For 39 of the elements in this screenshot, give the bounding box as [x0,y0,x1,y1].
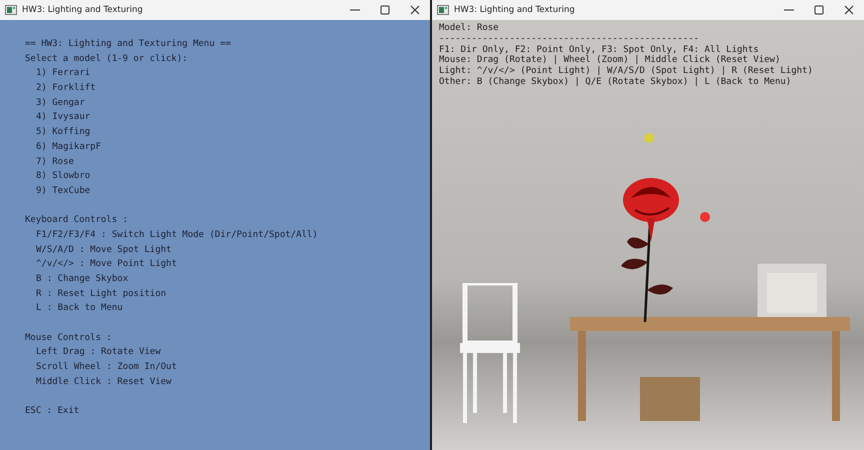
separator-line: ------------------------------------------------ [439,34,700,45]
control-hint: Left Drag : Rotate View [35,346,162,360]
menu-heading: == HW3: Lighting and Texturing Menu == [25,38,232,51]
help-line: Mouse: Drag (Rotate) | Wheel (Zoom) | Middle Click (Reset View) [439,55,782,66]
model-option[interactable]: 1) Ferrari [25,66,430,82]
app-icon [5,4,17,16]
light-dot [644,133,654,143]
control-hint: R : Reset Light position [35,288,168,301]
model-name: Model: Rose [439,23,500,34]
model-option[interactable]: 6) MagikarpF [25,140,430,154]
light-dot [700,212,710,222]
model-option[interactable]: 9) TexCube [25,184,430,199]
close-icon [410,5,420,15]
window-title: HW3: Lighting and Texturing [454,5,575,15]
window-title: HW3: Lighting and Texturing [22,5,143,15]
maximize-icon [814,5,824,15]
app-icon [437,4,449,16]
help-line: Other: B (Change Skybox) | Q/E (Rotate Skybox) | L (Back to Menu) [439,76,792,88]
control-hint: F1/F2/F3/F4 : Switch Light Mode (Dir/Point/Spot/All) [35,228,319,242]
model-option[interactable]: 7) Rose [25,154,430,170]
model-option[interactable]: 3) Gengar [25,96,430,110]
control-hint: B : Change Skybox [35,273,130,286]
section-title: Mouse Controls : [25,332,113,345]
menu-prompt: Select a model (1-9 or click): [25,52,189,66]
exit-hint: ESC : Exit [25,405,80,418]
control-hint: Middle Click : Reset View [35,376,172,389]
maximize-icon [380,5,390,15]
help-line: Light: ^/v/</> (Point Light) | W/A/S/D (Spot Light) | R (Reset Light) [439,66,814,77]
control-hint: W/S/A/D : Move Spot Light [35,244,172,257]
control-hint: Scroll Wheel : Zoom In/Out [35,361,178,374]
model-option[interactable]: 4) Ivysaur [25,110,430,126]
help-line: F1: Dir Only, F2: Point Only, F3: Spot Only, F4: All Lights [439,44,760,55]
model-option[interactable]: 8) Slowbro [25,169,430,184]
close-icon [844,5,854,15]
control-hint: L : Back to Menu [35,302,124,316]
control-hint: ^/v/</> : Move Point Light [35,258,178,272]
model-option[interactable]: 2) Forklift [25,81,430,96]
section-title: Keyboard Controls : [25,214,129,228]
model-option[interactable]: 5) Koffing [25,125,430,140]
